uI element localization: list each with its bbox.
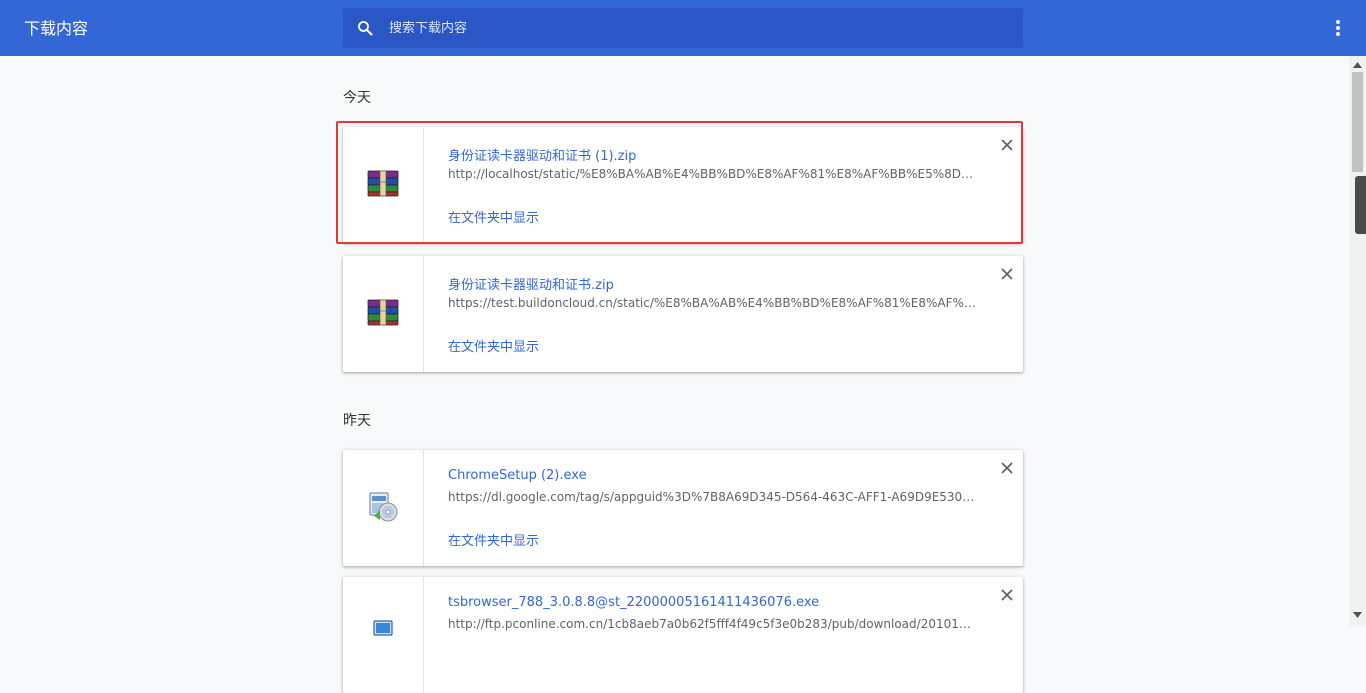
file-name-link[interactable]: 身份证读卡器驱动和证书.zip xyxy=(448,274,614,293)
more-vert-icon[interactable] xyxy=(1328,16,1348,40)
section-header-yesterday: 昨天 xyxy=(343,413,371,429)
download-item: 身份证读卡器驱动和证书 (1).zip http://localhost/sta… xyxy=(343,127,1023,243)
winrar-archive-icon xyxy=(367,299,399,326)
file-icon-column xyxy=(343,450,424,566)
side-widget-tab[interactable] xyxy=(1355,176,1366,234)
download-item: ChromeSetup (2).exe https://dl.google.co… xyxy=(343,450,1023,566)
show-in-folder-link[interactable]: 在文件夹中显示 xyxy=(448,207,539,226)
winrar-archive-icon xyxy=(367,170,399,197)
file-icon-column xyxy=(343,127,424,243)
search-box[interactable] xyxy=(343,8,1023,48)
file-url: http://ftp.pconline.com.cn/1cb8aeb7a0b62… xyxy=(448,617,978,631)
file-url: http://localhost/static/%E8%BA%AB%E4%BB%… xyxy=(448,167,978,181)
search-icon xyxy=(358,21,373,36)
scrollbar-thumb[interactable] xyxy=(1352,72,1363,172)
page-title: 下载内容 xyxy=(24,19,89,38)
file-name-link[interactable]: tsbrowser_788_3.0.8.8@st_220000051614114… xyxy=(448,595,819,610)
show-in-folder-link[interactable]: 在文件夹中显示 xyxy=(448,336,539,355)
show-in-folder-link[interactable]: 在文件夹中显示 xyxy=(448,530,539,549)
section-header-today: 今天 xyxy=(343,90,371,106)
file-icon-column xyxy=(343,577,424,693)
download-item: tsbrowser_788_3.0.8.8@st_220000051614114… xyxy=(343,577,1023,693)
exe-file-icon xyxy=(373,620,393,636)
file-icon-column xyxy=(343,256,424,372)
toolbar: 下载内容 xyxy=(0,0,1366,56)
download-item: 身份证读卡器驱动和证书.zip https://test.buildonclou… xyxy=(343,256,1023,372)
file-url: https://test.buildoncloud.cn/static/%E8%… xyxy=(448,296,978,310)
close-icon[interactable] xyxy=(999,460,1015,476)
vertical-scrollbar[interactable] xyxy=(1349,56,1366,626)
close-icon[interactable] xyxy=(999,587,1015,603)
close-icon[interactable] xyxy=(999,266,1015,282)
file-name-link[interactable]: 身份证读卡器驱动和证书 (1).zip xyxy=(448,145,636,164)
scroll-down-arrow-icon[interactable] xyxy=(1353,612,1362,618)
search-input[interactable] xyxy=(389,8,1009,48)
installer-exe-icon xyxy=(369,492,398,522)
close-icon[interactable] xyxy=(999,137,1015,153)
scroll-up-arrow-icon[interactable] xyxy=(1353,62,1362,68)
file-name-link[interactable]: ChromeSetup (2).exe xyxy=(448,468,587,483)
file-url: https://dl.google.com/tag/s/appguid%3D%7… xyxy=(448,490,978,504)
